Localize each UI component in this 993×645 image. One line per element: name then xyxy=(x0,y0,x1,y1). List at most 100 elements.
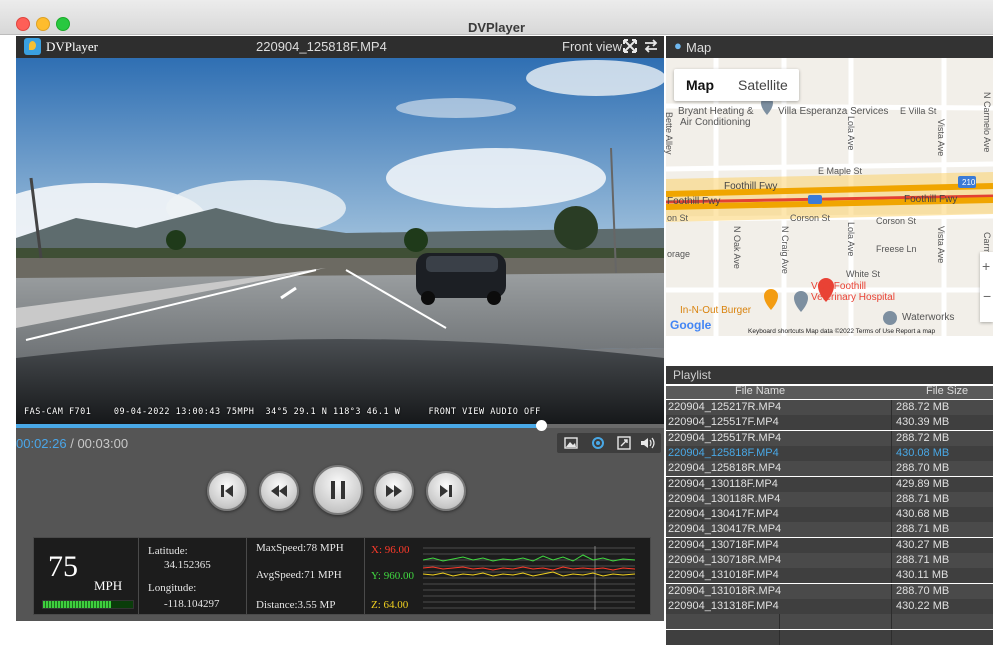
playlist-row[interactable]: 220904_131018F.MP4 430.11 MB xyxy=(666,568,993,584)
previous-file-button[interactable] xyxy=(207,471,247,511)
map-type-toggle: Map Satellite xyxy=(674,69,799,101)
column-separator xyxy=(891,491,892,507)
playlist-file-size: 430.68 MB xyxy=(896,508,950,521)
map-poi-label: In-N-Out Burger xyxy=(680,305,752,316)
time-total: 00:03:00 xyxy=(77,436,129,451)
playlist-file-name: 220904_125818R.MP4 xyxy=(668,462,782,475)
column-separator xyxy=(891,430,892,446)
gsensor-z: Z: 64.00 xyxy=(371,599,409,611)
playlist-file-name: 220904_130718F.MP4 xyxy=(668,538,779,551)
playlist-row[interactable]: 220904_130718F.MP4 430.27 MB xyxy=(666,537,993,553)
playlist-row[interactable]: 220904_125818F.MP4 430.08 MB xyxy=(666,445,993,461)
map-header: ● Map xyxy=(666,36,993,58)
playlist-row[interactable]: 220904_130718R.MP4 288.71 MB xyxy=(666,553,993,568)
map-zoom-control[interactable]: + − xyxy=(980,252,993,322)
zoom-in-icon[interactable]: + xyxy=(982,258,990,274)
playlist-empty-row xyxy=(666,614,993,630)
gsensor-y: Y: 960.00 xyxy=(371,570,414,582)
window-titlebar: DVPlayer xyxy=(0,0,993,35)
map-poi-label: Veterinary Hospital xyxy=(811,292,895,303)
video-toolbar xyxy=(557,433,661,453)
video-frame[interactable]: FAS-CAM F701 09-04-2022 13:00:43 75MPH 3… xyxy=(16,58,664,424)
speed-value: 75 xyxy=(48,550,78,583)
map-type-map[interactable]: Map xyxy=(686,77,714,93)
next-file-button[interactable] xyxy=(426,471,466,511)
skip-next-icon xyxy=(440,485,452,497)
zoom-out-icon[interactable]: − xyxy=(983,288,991,304)
skip-previous-icon xyxy=(221,485,233,497)
column-separator xyxy=(891,537,892,553)
column-file-size[interactable]: File Size xyxy=(926,385,968,397)
playlist-file-name: 220904_130118R.MP4 xyxy=(668,492,781,505)
snapshot-icon[interactable] xyxy=(563,435,579,451)
playlist-row[interactable]: 220904_130417R.MP4 288.71 MB xyxy=(666,522,993,538)
column-separator xyxy=(891,461,892,477)
playlist-file-size: 288.72 MB xyxy=(896,431,950,444)
map-label: N Craig Ave xyxy=(780,226,790,274)
app-name: DVPlayer xyxy=(46,39,98,54)
column-separator xyxy=(891,583,892,599)
playlist-header: Playlist xyxy=(666,366,993,384)
playlist-file-name: 220904_130417R.MP4 xyxy=(668,523,782,536)
rewind-button[interactable] xyxy=(259,471,299,511)
switch-view-icon[interactable] xyxy=(643,38,659,54)
latitude-value: 34.152365 xyxy=(164,559,211,571)
map-label: Corson St xyxy=(876,216,917,226)
playlist-file-name: 220904_130417F.MP4 xyxy=(668,508,779,521)
map-label: Foothill Fwy xyxy=(904,194,958,205)
fullscreen-icon[interactable] xyxy=(616,435,632,451)
playlist-file-size: 430.08 MB xyxy=(896,446,950,459)
playlist-file-name: 220904_131018R.MP4 xyxy=(668,584,782,597)
avg-speed: AvgSpeed:71 MPH xyxy=(256,569,342,581)
playlist-row[interactable]: 220904_130417F.MP4 430.68 MB xyxy=(666,507,993,523)
app-logo-icon xyxy=(24,38,41,55)
fast-forward-icon xyxy=(386,485,402,497)
playlist-row[interactable]: 220904_131018R.MP4 288.70 MB xyxy=(666,583,993,599)
playlist-column-header: File Name File Size xyxy=(666,385,993,399)
speed-unit: MPH xyxy=(94,578,123,593)
longitude-value: -118.104297 xyxy=(164,598,220,610)
google-logo: Google xyxy=(670,318,712,332)
playlist-file-name: 220904_131018F.MP4 xyxy=(668,569,779,582)
playlist-row[interactable]: 220904_131318F.MP4 430.22 MB xyxy=(666,598,993,614)
expand-icon[interactable] xyxy=(622,38,638,54)
map-label: Corson St xyxy=(790,213,831,223)
playlist-file-size: 288.71 MB xyxy=(896,523,950,536)
playlist-row[interactable]: 220904_125517R.MP4 288.72 MB xyxy=(666,430,993,446)
playlist-file-size: 288.70 MB xyxy=(896,584,950,597)
playlist-row[interactable]: 220904_130118R.MP4 288.71 MB xyxy=(666,491,993,507)
pause-button[interactable] xyxy=(313,465,363,515)
column-separator xyxy=(891,400,892,415)
rotate-icon[interactable] xyxy=(590,435,606,451)
map-poi-label: Waterworks xyxy=(902,312,955,323)
divider xyxy=(246,538,247,614)
progress-fill xyxy=(16,424,541,428)
map-label: Carm xyxy=(982,232,992,254)
rewind-icon xyxy=(271,485,287,497)
playlist-row[interactable]: 220904_125818R.MP4 288.70 MB xyxy=(666,461,993,477)
column-separator xyxy=(779,614,780,630)
column-separator xyxy=(891,415,892,431)
speed-level-fill xyxy=(43,601,111,608)
playlist-row[interactable]: 220904_130118F.MP4 429.89 MB xyxy=(666,476,993,492)
map-label: Vista Ave xyxy=(936,119,946,157)
playlist-file-name: 220904_125217R.MP4 xyxy=(668,401,782,413)
gsensor-graph xyxy=(423,546,635,610)
map-label: Villa Esperanza Services xyxy=(778,106,889,117)
playlist-file-name: 220904_130118F.MP4 xyxy=(668,477,778,490)
column-separator xyxy=(891,568,892,584)
column-file-name[interactable]: File Name xyxy=(735,385,785,397)
playlist-file-name: 220904_125517F.MP4 xyxy=(668,416,779,429)
latitude-label: Latitude: xyxy=(148,545,188,557)
fast-forward-button[interactable] xyxy=(374,471,414,511)
volume-icon[interactable] xyxy=(639,435,655,451)
progress-handle[interactable] xyxy=(535,420,547,431)
map-label: Lola Ave xyxy=(846,222,856,257)
playlist-empty-row xyxy=(666,629,993,645)
playlist-row[interactable]: 220904_125517F.MP4 430.39 MB xyxy=(666,415,993,431)
map-dot-icon: ● xyxy=(674,38,682,53)
playlist-row[interactable]: 220904_125217R.MP4 288.72 MB xyxy=(666,400,993,415)
progress-bar[interactable] xyxy=(16,420,664,431)
map-label: E Maple St xyxy=(818,166,863,176)
map-type-satellite[interactable]: Satellite xyxy=(738,77,788,93)
